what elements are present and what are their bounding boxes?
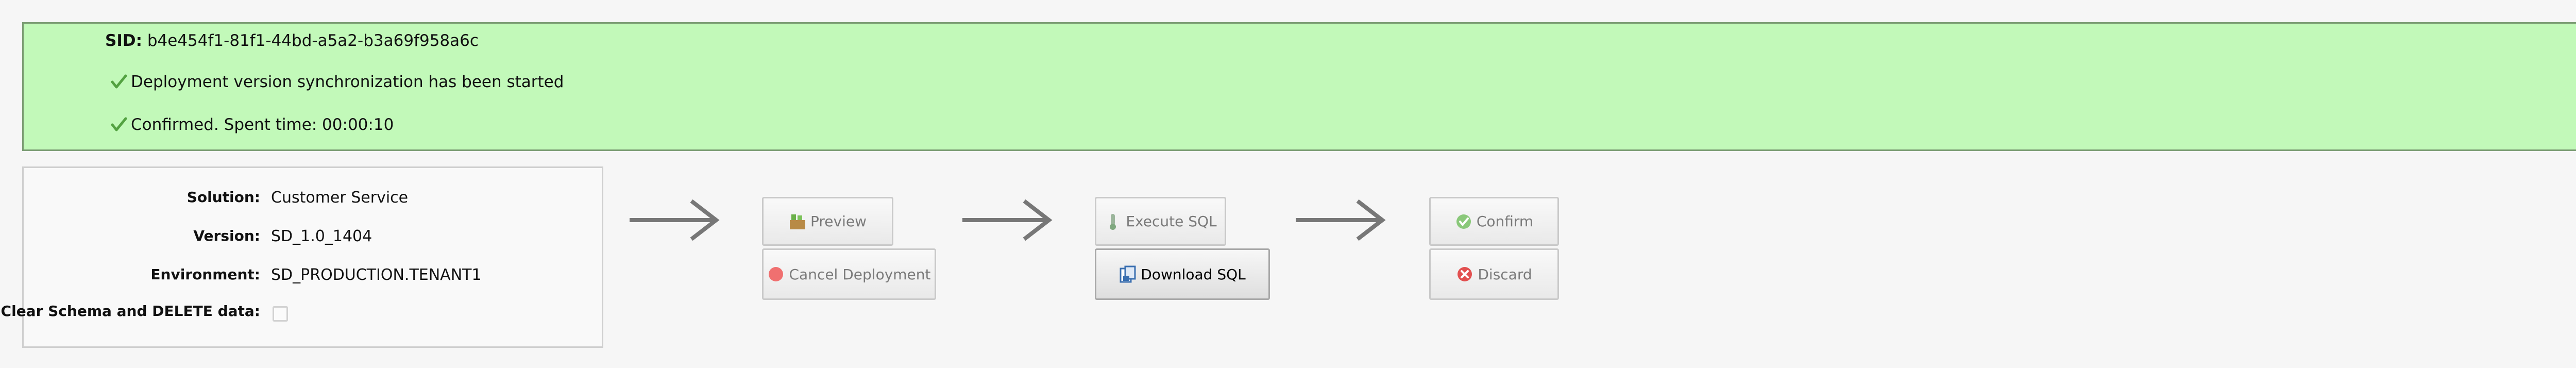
environment-label: Environment: <box>150 266 260 283</box>
clear-schema-checkbox[interactable] <box>273 306 288 322</box>
discard-button[interactable]: Discard <box>1429 248 1559 300</box>
discard-icon <box>1458 267 1472 281</box>
cancel-deployment-button-label: Cancel Deployment <box>789 265 931 283</box>
status-message: Deployment version synchronization has b… <box>110 72 564 92</box>
execute-sql-button[interactable]: Execute SQL <box>1095 197 1226 246</box>
thermometer-icon <box>1110 213 1116 230</box>
sid-label: SID: <box>105 31 142 50</box>
arrow-right-icon <box>630 199 720 241</box>
sid-row: SID: b4e454f1-81f1-44bd-a5a2-b3a69f958a6… <box>105 30 479 51</box>
cancel-deployment-button[interactable]: Cancel Deployment <box>762 248 936 300</box>
status-banner: SID: b4e454f1-81f1-44bd-a5a2-b3a69f958a6… <box>22 22 2576 151</box>
confirm-button[interactable]: Confirm <box>1429 197 1559 246</box>
deployment-details-panel: Solution: Customer Service Version: SD_1… <box>1 166 603 348</box>
preview-button[interactable]: Preview <box>762 197 893 246</box>
confirm-button-label: Confirm <box>1476 213 1534 230</box>
solution-label: Solution: <box>187 189 260 206</box>
confirm-check-icon <box>1456 214 1471 229</box>
version-label: Version: <box>193 227 260 244</box>
download-icon <box>1120 265 1136 283</box>
preview-icon <box>790 214 805 229</box>
status-message-text: Confirmed. Spent time: 00:00:10 <box>131 115 394 134</box>
download-sql-button-label: Download SQL <box>1141 265 1246 283</box>
environment-value: SD_PRODUCTION.TENANT1 <box>271 266 482 284</box>
sid-value: b4e454f1-81f1-44bd-a5a2-b3a69f958a6c <box>147 31 479 50</box>
download-sql-button[interactable]: Download SQL <box>1095 248 1270 300</box>
preview-button-label: Preview <box>810 213 867 230</box>
execute-sql-button-label: Execute SQL <box>1126 213 1217 230</box>
check-icon <box>111 74 127 89</box>
check-icon <box>111 117 127 131</box>
clear-schema-label: Clear Schema and DELETE data: <box>1 303 260 320</box>
arrow-right-icon <box>962 199 1053 241</box>
status-message-text: Deployment version synchronization has b… <box>131 73 564 91</box>
discard-button-label: Discard <box>1478 265 1532 283</box>
solution-value: Customer Service <box>271 189 409 207</box>
cancel-icon <box>769 267 784 281</box>
status-message: Confirmed. Spent time: 00:00:10 <box>110 114 394 135</box>
arrow-right-icon <box>1296 199 1386 241</box>
version-value: SD_1.0_1404 <box>271 227 372 245</box>
